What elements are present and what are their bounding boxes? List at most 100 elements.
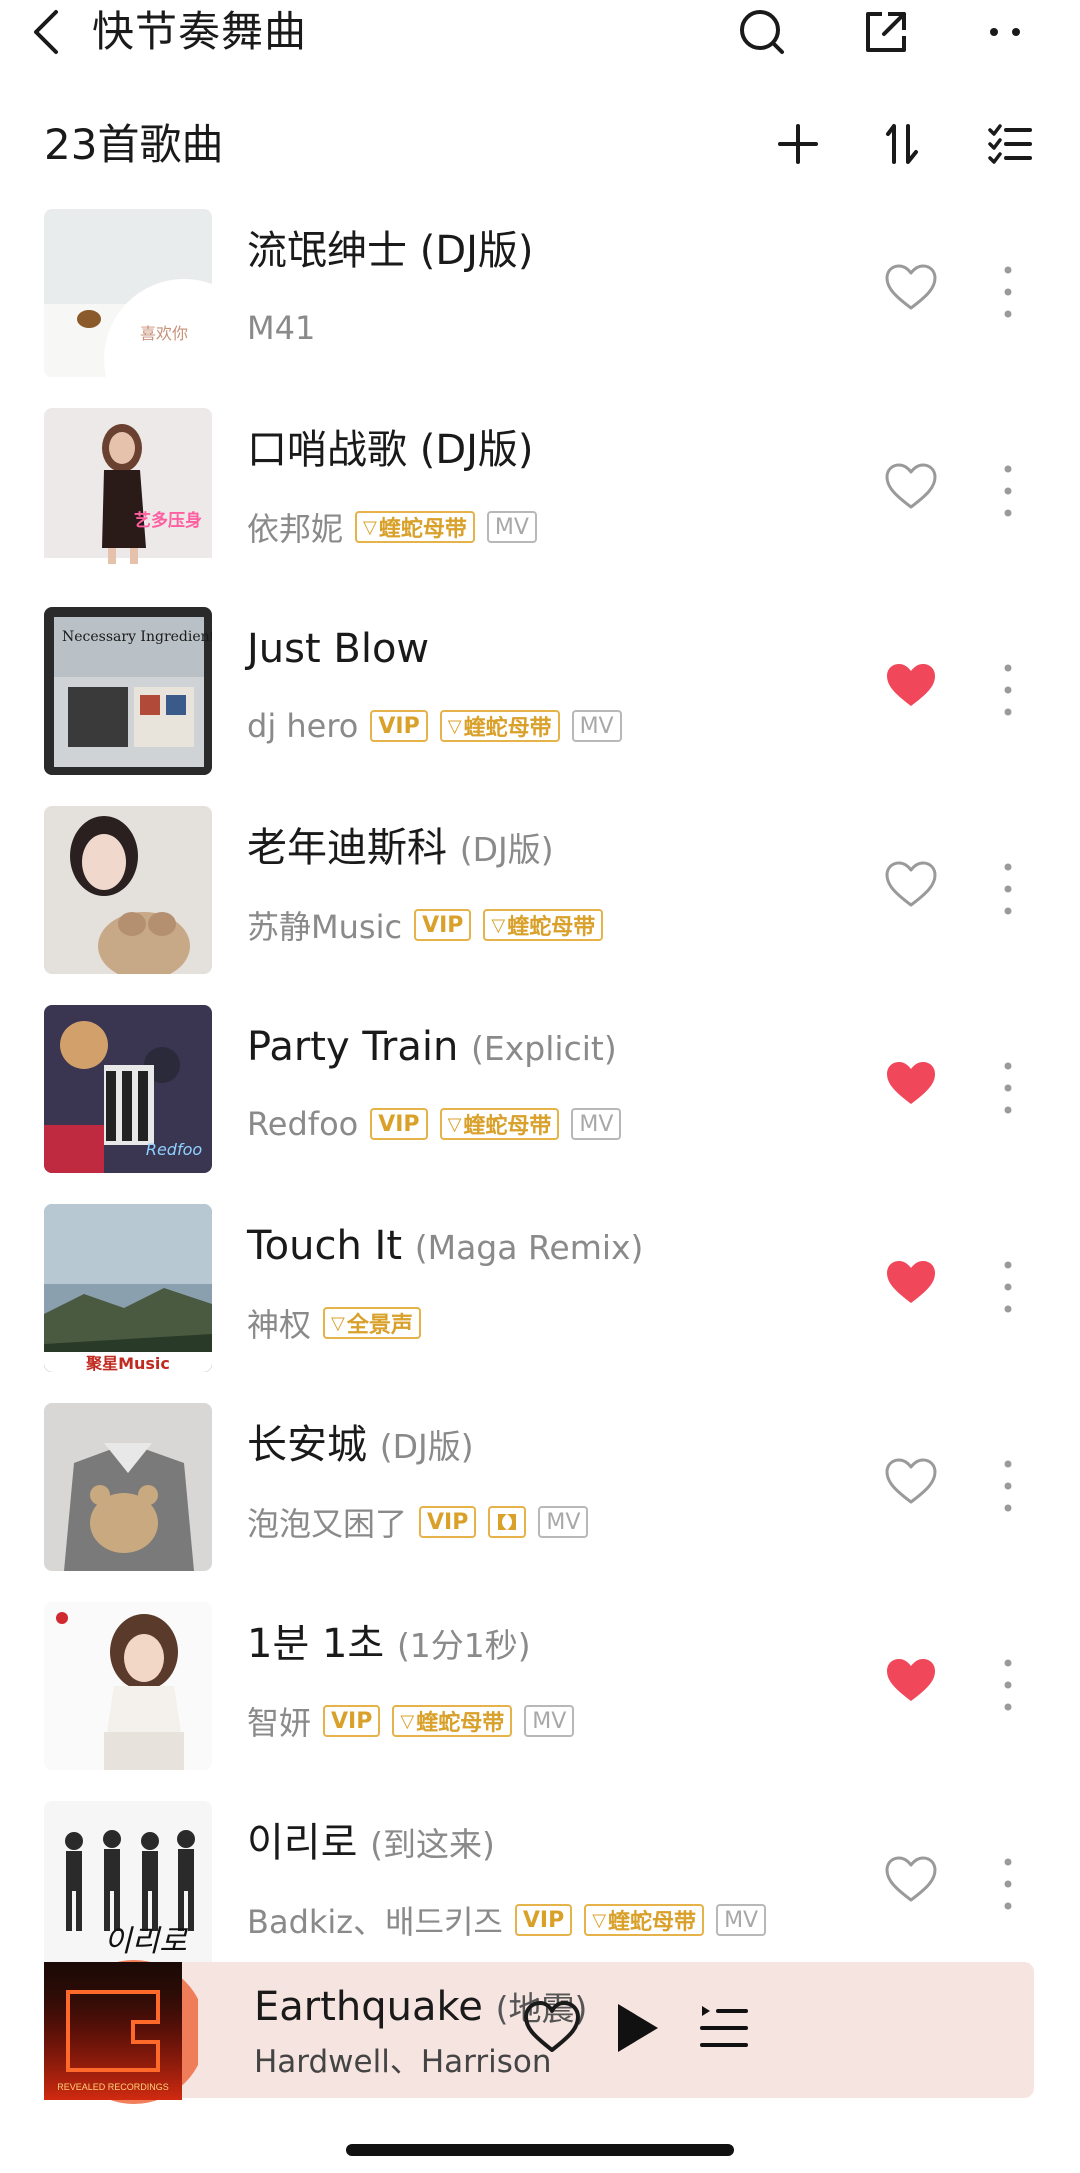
mini-player[interactable]: REVEALED RECORDINGS Earthquake (地震) Hard…: [44, 1960, 1034, 2104]
album-cover[interactable]: 喜欢你: [44, 209, 212, 377]
song-artist[interactable]: Badkiz、배드키즈: [247, 1897, 503, 1943]
player-cover[interactable]: REVEALED RECORDINGS: [38, 1952, 198, 2112]
song-row[interactable]: 1분 1초 (1分1秒) 智妍 VIP ▽ 蝰蛇母带 MV: [0, 1593, 1080, 1791]
song-artist[interactable]: 苏静Music: [247, 902, 402, 948]
song-artist[interactable]: M41: [247, 309, 315, 347]
heart-icon[interactable]: [884, 262, 938, 312]
album-cover[interactable]: 艺多压身: [44, 408, 212, 576]
more-options-icon[interactable]: [1000, 262, 1016, 322]
heart-icon[interactable]: [522, 1998, 582, 2058]
viper-icon: ▽: [331, 1312, 345, 1334]
song-row[interactable]: Necessary Ingredients Just Blow dj hero VIP…: [0, 598, 1080, 796]
mv-badge[interactable]: MV: [571, 1108, 622, 1140]
song-meta: 神权 ▽ 全景声: [247, 1299, 433, 1347]
song-title: Party Train (Explicit): [247, 1020, 617, 1076]
album-cover[interactable]: Redfoo: [44, 1005, 212, 1173]
song-artist[interactable]: 依邦妮: [247, 504, 343, 550]
album-cover[interactable]: 이리로: [44, 1801, 212, 1969]
sort-icon[interactable]: [876, 118, 928, 170]
album-cover[interactable]: [44, 806, 212, 974]
more-options-icon[interactable]: [1000, 1058, 1016, 1118]
badge-label: VIP: [331, 1708, 373, 1734]
more-options-icon[interactable]: [1000, 660, 1016, 720]
more-options-icon[interactable]: [1000, 461, 1016, 521]
badge-label: MV: [579, 1111, 614, 1137]
album-cover[interactable]: 聚星Music: [44, 1204, 212, 1372]
song-meta: Redfoo VIP ▽ 蝰蛇母带 MV: [247, 1100, 633, 1148]
heart-icon[interactable]: [884, 660, 938, 710]
song-subtitle: (Explicit): [471, 1029, 617, 1068]
album-cover[interactable]: Necessary Ingredients: [44, 607, 212, 775]
play-icon[interactable]: [606, 1998, 666, 2058]
more-icon[interactable]: [982, 6, 1034, 58]
song-row[interactable]: 长安城 (DJ版) 泡泡又困了 VIP MV: [0, 1394, 1080, 1592]
song-subtitle: (DJ版): [379, 1427, 474, 1466]
song-title-text: 长安城: [247, 1422, 367, 1468]
song-title: Just Blow: [247, 622, 429, 676]
dolby-badge: [488, 1506, 527, 1538]
heart-icon[interactable]: [884, 1058, 938, 1108]
song-row[interactable]: 喜欢你 流氓绅士 (DJ版) M41: [0, 200, 1080, 398]
heart-icon[interactable]: [884, 1854, 938, 1904]
badge-label: 蝰蛇母带: [608, 1910, 697, 1935]
song-subtitle: (到这来): [370, 1825, 495, 1864]
search-icon[interactable]: [736, 6, 788, 58]
dolby-icon: [498, 1514, 517, 1530]
badge-label: 全景声: [346, 1313, 413, 1338]
vip-badge: VIP: [419, 1506, 477, 1538]
mv-badge[interactable]: MV: [486, 511, 537, 543]
badge-label: 蝰蛇母带: [463, 716, 552, 741]
song-artist[interactable]: dj hero: [247, 707, 358, 745]
song-artist[interactable]: Redfoo: [247, 1105, 358, 1143]
badge-label: 蝰蛇母带: [463, 1114, 552, 1139]
song-title-text: Touch It: [247, 1223, 402, 1269]
badge-label: 蝰蛇母带: [378, 517, 467, 542]
song-row[interactable]: 老年迪斯科 (DJ版) 苏静Music VIP ▽ 蝰蛇母带: [0, 797, 1080, 995]
more-options-icon[interactable]: [1000, 1257, 1016, 1317]
song-artist[interactable]: 神权: [247, 1300, 311, 1346]
song-artist[interactable]: 泡泡又困了: [247, 1499, 407, 1545]
viper-icon: ▽: [447, 715, 462, 737]
song-title: 老年迪斯科 (DJ版): [247, 821, 554, 877]
song-row[interactable]: 艺多压身 口哨战歌 (DJ版) 依邦妮 ▽ 蝰蛇母带 MV: [0, 399, 1080, 597]
quality-badge: ▽ 蝰蛇母带: [439, 1108, 560, 1140]
viper-icon: ▽: [447, 1113, 462, 1135]
multi-select-icon[interactable]: [984, 118, 1036, 170]
home-indicator[interactable]: [346, 2144, 734, 2156]
song-artist[interactable]: 智妍: [247, 1698, 311, 1744]
heart-icon[interactable]: [884, 461, 938, 511]
song-title-text: 口哨战歌 (DJ版): [247, 427, 534, 473]
back-icon[interactable]: [22, 4, 72, 60]
mv-badge[interactable]: MV: [524, 1705, 575, 1737]
mv-badge[interactable]: MV: [538, 1506, 589, 1538]
song-meta: M41: [247, 304, 327, 352]
viper-icon: ▽: [363, 516, 377, 538]
more-options-icon[interactable]: [1000, 1854, 1016, 1914]
song-title-text: 老年迪斯科: [247, 825, 447, 871]
heart-icon[interactable]: [884, 1655, 938, 1705]
more-options-icon[interactable]: [1000, 1456, 1016, 1516]
album-cover[interactable]: [44, 1403, 212, 1571]
add-icon[interactable]: [772, 118, 824, 170]
playlist-icon[interactable]: [694, 1998, 754, 2058]
album-cover[interactable]: [44, 1602, 212, 1770]
badge-label: MV: [494, 514, 529, 540]
more-options-icon[interactable]: [1000, 1655, 1016, 1715]
svg-text:聚星Music: 聚星Music: [85, 1354, 170, 1372]
song-row[interactable]: 聚星Music Touch It (Maga Remix) 神权 ▽ 全景声: [0, 1195, 1080, 1393]
player-title-text: Earthquake: [254, 1984, 483, 2030]
vip-badge: VIP: [370, 1108, 428, 1140]
heart-icon[interactable]: [884, 859, 938, 909]
mv-badge[interactable]: MV: [716, 1904, 767, 1936]
share-icon[interactable]: [860, 6, 912, 58]
heart-icon[interactable]: [884, 1257, 938, 1307]
song-meta: 依邦妮 ▽ 蝰蛇母带 MV: [247, 503, 549, 551]
song-subtitle: (1分1秒): [396, 1626, 531, 1665]
more-options-icon[interactable]: [1000, 859, 1016, 919]
song-row[interactable]: Redfoo Party Train (Explicit) Redfoo VIP ▽ 蝰蛇…: [0, 996, 1080, 1194]
song-subtitle: (DJ版): [459, 830, 554, 869]
heart-icon[interactable]: [884, 1456, 938, 1506]
badge-label: VIP: [378, 713, 420, 739]
mv-badge[interactable]: MV: [571, 710, 622, 742]
page-title: 快节奏舞曲: [92, 7, 308, 56]
